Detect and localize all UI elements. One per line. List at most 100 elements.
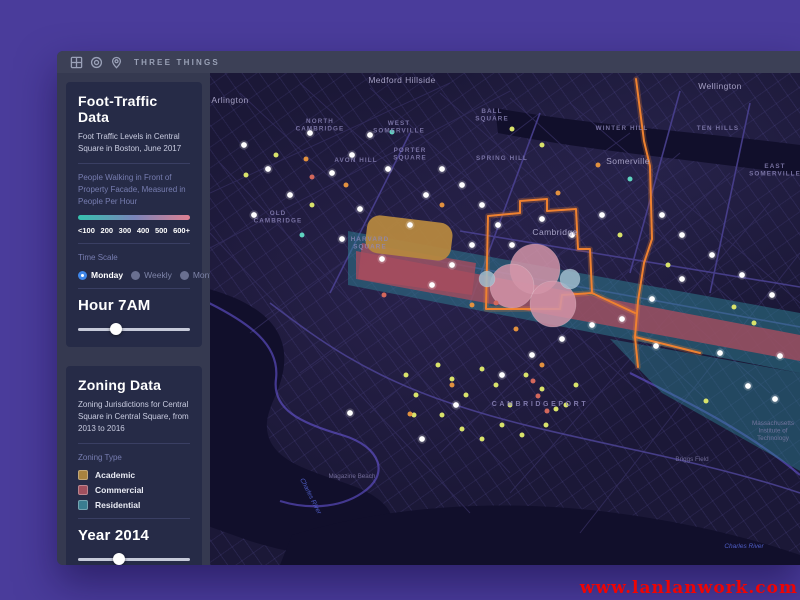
zoning-type-legend: Academic Commercial Residential [78, 470, 190, 510]
orange-dot [470, 303, 475, 308]
red-dot [531, 379, 536, 384]
orange-dot [540, 363, 545, 368]
scale-tick: 200 [101, 226, 114, 235]
pin-icon[interactable] [110, 56, 123, 69]
yellow-dot [460, 427, 465, 432]
year-slider[interactable] [78, 553, 190, 565]
yellow-dot [404, 373, 409, 378]
yellow-dot [732, 305, 737, 310]
white-dot [439, 166, 445, 172]
red-dot [310, 175, 315, 180]
scale-tick: 500 [155, 226, 168, 235]
map-canvas[interactable]: Medford HillsideArlingtonWellingtonWESTS… [210, 73, 800, 565]
map-label: Magazine Beach [329, 473, 376, 480]
divider [78, 443, 190, 444]
map-label: SPRING HILL [476, 155, 528, 162]
desktop-background: THREE THINGS Foot-Traffic Data Foot Traf… [0, 0, 800, 600]
red-dot [536, 394, 541, 399]
map-label: OLDCAMBRIDGE [254, 210, 303, 225]
map-label: WESTSOMERVILLE [373, 120, 425, 135]
white-dot [659, 212, 665, 218]
white-dot [653, 343, 659, 349]
yellow-dot [436, 363, 441, 368]
radio-label: Monday [91, 270, 123, 280]
white-dot [739, 272, 745, 278]
traffic-bubble [479, 271, 495, 287]
map-label: WINTER HILL [596, 125, 649, 132]
yellow-dot [480, 367, 485, 372]
zoning-label: Residential [95, 500, 140, 510]
time-option-weekly[interactable]: Weekly [131, 270, 172, 280]
white-dot [329, 170, 335, 176]
orange-dot [344, 183, 349, 188]
white-dot [423, 192, 429, 198]
yellow-dot [540, 143, 545, 148]
zoning-swatch [78, 470, 88, 480]
teal-dot [628, 177, 633, 182]
yellow-dot [618, 233, 623, 238]
radio-icon [78, 271, 87, 280]
map-label: TEN HILLS [697, 125, 739, 132]
time-option-monday[interactable]: Monday [78, 270, 123, 280]
yellow-dot [524, 373, 529, 378]
white-dot [559, 336, 565, 342]
grid-icon[interactable] [70, 56, 83, 69]
yellow-dot [544, 423, 549, 428]
yellow-dot [244, 173, 249, 178]
white-dot [379, 256, 385, 262]
radio-icon [180, 271, 189, 280]
traffic-legend-label: People Walking in Front of Property Faca… [78, 172, 190, 208]
time-scale-label: Time Scale [78, 252, 190, 264]
zoning-overlay-layer [348, 214, 800, 471]
map-label: Arlington [211, 95, 248, 105]
white-dot [777, 353, 783, 359]
white-dot [745, 383, 751, 389]
map-label: Charles River [724, 543, 764, 550]
white-dot [509, 242, 515, 248]
divider [78, 243, 190, 244]
white-dot [679, 276, 685, 282]
map-label: HARVARDSQUARE [351, 236, 390, 251]
year-slider-label: Year 2014 [78, 527, 190, 544]
watermark: www.lanlanwork.com [580, 578, 798, 598]
foot-traffic-title: Foot-Traffic Data [78, 93, 190, 125]
zoning-panel: Zoning Data Zoning Jurisdictions for Cen… [66, 366, 202, 565]
white-dot [287, 192, 293, 198]
hour-slider-thumb[interactable] [110, 323, 122, 335]
white-dot [479, 202, 485, 208]
year-slider-track[interactable] [78, 558, 190, 561]
yellow-dot [752, 321, 757, 326]
white-dot [429, 282, 435, 288]
yellow-dot [666, 263, 671, 268]
target-icon[interactable] [90, 56, 103, 69]
red-dot [382, 293, 387, 298]
white-dot [495, 222, 501, 228]
map-label: Cambridge [532, 227, 577, 237]
hour-slider[interactable] [78, 323, 190, 336]
white-dot [453, 402, 459, 408]
year-slider-thumb[interactable] [113, 553, 125, 565]
red-dot [545, 409, 550, 414]
hour-slider-track[interactable] [78, 328, 190, 331]
traffic-gradient-legend [78, 215, 190, 220]
app-window: THREE THINGS Foot-Traffic Data Foot Traf… [57, 51, 800, 565]
gradient-scale: <100200300400500600+ [78, 226, 190, 235]
zoning-legend-row: Commercial [78, 485, 190, 495]
yellow-dot [450, 377, 455, 382]
orange-dot [408, 412, 413, 417]
map-label: CAMBRIDGEPORT [492, 401, 588, 408]
divider [78, 163, 190, 164]
zoning-legend-row: Academic [78, 470, 190, 480]
zoning-legend-row: Residential [78, 500, 190, 510]
white-dot [367, 132, 373, 138]
yellow-dot [540, 387, 545, 392]
yellow-dot [500, 423, 505, 428]
map-label: Somerville [606, 156, 650, 166]
white-dot [407, 222, 413, 228]
zoning-swatch [78, 500, 88, 510]
zoning-swatch [78, 485, 88, 495]
traffic-bubble [560, 269, 580, 289]
radio-label: Weekly [144, 270, 172, 280]
map-label: PORTERSQUARE [393, 147, 427, 162]
map-label: Medford Hillside [368, 75, 435, 85]
